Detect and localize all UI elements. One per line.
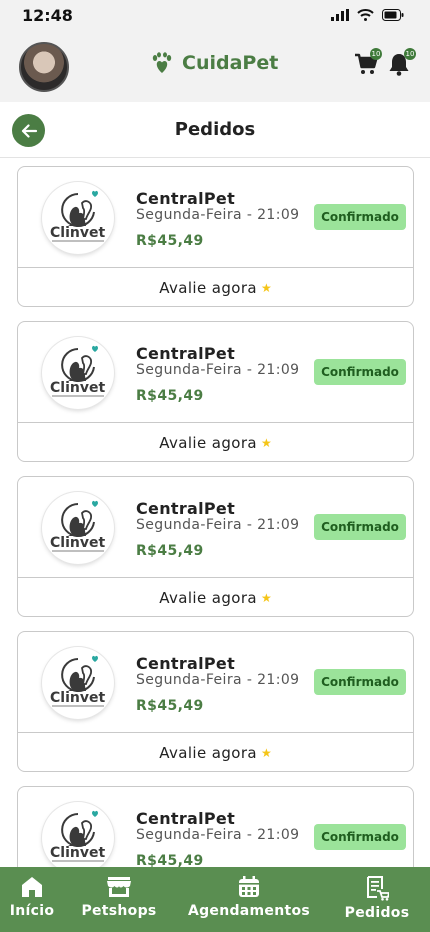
clinvet-logo-image: Clinvet (43, 648, 113, 718)
rate-now-label: Avalie agora (159, 588, 258, 607)
store-name: CentralPet (136, 189, 236, 208)
order-price: R$45,49 (136, 233, 204, 249)
battery-icon (382, 9, 404, 21)
status-time: 12:48 (22, 6, 73, 25)
order-price: R$45,49 (136, 698, 204, 714)
nav-label: Pedidos (344, 905, 410, 921)
order-price: R$45,49 (136, 388, 204, 404)
order-card[interactable]: Clinvet CentralPet Segunda-Feira - 21:09… (17, 166, 414, 307)
order-summary: Clinvet CentralPet Segunda-Feira - 21:09… (18, 167, 413, 268)
nav-item-inicio[interactable]: Início (0, 867, 64, 932)
star-icon: ★ (261, 435, 272, 450)
order-date: Segunda-Feira - 21:09 (136, 207, 300, 223)
cart-button[interactable]: 10 (354, 48, 382, 78)
status-badge: Confirmado (314, 204, 406, 230)
rate-now-label: Avalie agora (159, 433, 258, 452)
order-summary: Clinvet CentralPet Segunda-Feira - 21:09… (18, 632, 413, 733)
store-icon (107, 877, 131, 897)
notifications-button[interactable]: 10 (388, 48, 416, 78)
nav-item-petshops[interactable]: Petshops (64, 867, 174, 932)
star-icon: ★ (261, 590, 272, 605)
nav-label: Início (9, 903, 55, 919)
status-icons (331, 9, 404, 21)
rate-now-label: Avalie agora (159, 278, 258, 297)
order-card[interactable]: Clinvet CentralPet Segunda-Feira - 21:09… (17, 321, 414, 462)
brand-logo: CuidaPet (150, 52, 278, 74)
clinic-logo: Clinvet (42, 182, 114, 254)
order-price: R$45,49 (136, 543, 204, 559)
receipt-icon (367, 876, 389, 901)
star-icon: ★ (261, 280, 272, 295)
order-summary: Clinvet CentralPet Segunda-Feira - 21:09… (18, 322, 413, 423)
nav-label: Agendamentos (187, 903, 311, 919)
order-card[interactable]: Clinvet CentralPet Segunda-Feira - 21:09… (17, 631, 414, 772)
order-date: Segunda-Feira - 21:09 (136, 672, 300, 688)
status-badge: Confirmado (314, 824, 406, 850)
notifications-badge: 10 (404, 48, 416, 60)
rate-now-button[interactable]: Avalie agora ★ (18, 268, 413, 307)
status-badge: Confirmado (314, 514, 406, 540)
clinic-logo: Clinvet (42, 802, 114, 874)
store-name: CentralPet (136, 499, 236, 518)
clinvet-logo-text: Clinvet (50, 380, 105, 396)
calendar-icon (239, 876, 259, 897)
status-badge: Confirmado (314, 359, 406, 385)
header-actions: 10 10 (354, 48, 416, 78)
nav-label: Petshops (81, 903, 157, 919)
order-card[interactable]: Clinvet CentralPet Segunda-Feira - 21:09… (17, 476, 414, 617)
clinvet-logo-text: Clinvet (50, 845, 105, 861)
clinic-logo: Clinvet (42, 492, 114, 564)
clinvet-logo-image: Clinvet (43, 183, 113, 253)
clinvet-logo-image: Clinvet (43, 493, 113, 563)
rate-now-button[interactable]: Avalie agora ★ (18, 578, 413, 617)
app-header: CuidaPet 10 10 (0, 32, 430, 102)
arrow-left-icon (21, 123, 37, 138)
store-name: CentralPet (136, 654, 236, 673)
clinvet-logo-text: Clinvet (50, 535, 105, 551)
star-icon: ★ (261, 745, 272, 760)
order-date: Segunda-Feira - 21:09 (136, 827, 300, 843)
clinvet-logo-image: Clinvet (43, 338, 113, 408)
clinic-logo: Clinvet (42, 647, 114, 719)
signal-icon (331, 9, 349, 21)
cart-badge: 10 (370, 48, 382, 60)
paw-heart-icon (152, 52, 172, 73)
rate-now-button[interactable]: Avalie agora ★ (18, 423, 413, 462)
rate-now-button[interactable]: Avalie agora ★ (18, 733, 413, 772)
store-name: CentralPet (136, 344, 236, 363)
home-icon (22, 877, 42, 897)
status-badge: Confirmado (314, 669, 406, 695)
brand-name: CuidaPet (182, 52, 279, 74)
clinic-logo: Clinvet (42, 337, 114, 409)
order-date: Segunda-Feira - 21:09 (136, 362, 300, 378)
avatar[interactable] (19, 42, 69, 92)
page-title: Pedidos (174, 119, 256, 140)
order-summary: Clinvet CentralPet Segunda-Feira - 21:09… (18, 477, 413, 578)
bottom-nav: Início Petshops Agendamentos Pedidos (0, 867, 430, 932)
status-bar: 12:48 (0, 0, 430, 32)
clinvet-logo-text: Clinvet (50, 690, 105, 706)
nav-item-pedidos[interactable]: Pedidos (324, 867, 430, 932)
clinvet-logo-text: Clinvet (50, 225, 105, 241)
rate-now-label: Avalie agora (159, 743, 258, 762)
order-date: Segunda-Feira - 21:09 (136, 517, 300, 533)
nav-item-agendamentos[interactable]: Agendamentos (174, 867, 324, 932)
clinvet-logo-image: Clinvet (43, 803, 113, 873)
back-button[interactable] (12, 114, 45, 147)
order-list: Clinvet CentralPet Segunda-Feira - 21:09… (17, 166, 414, 932)
wifi-icon (357, 9, 374, 21)
store-name: CentralPet (136, 809, 236, 828)
page-titlebar: Pedidos (0, 102, 430, 158)
